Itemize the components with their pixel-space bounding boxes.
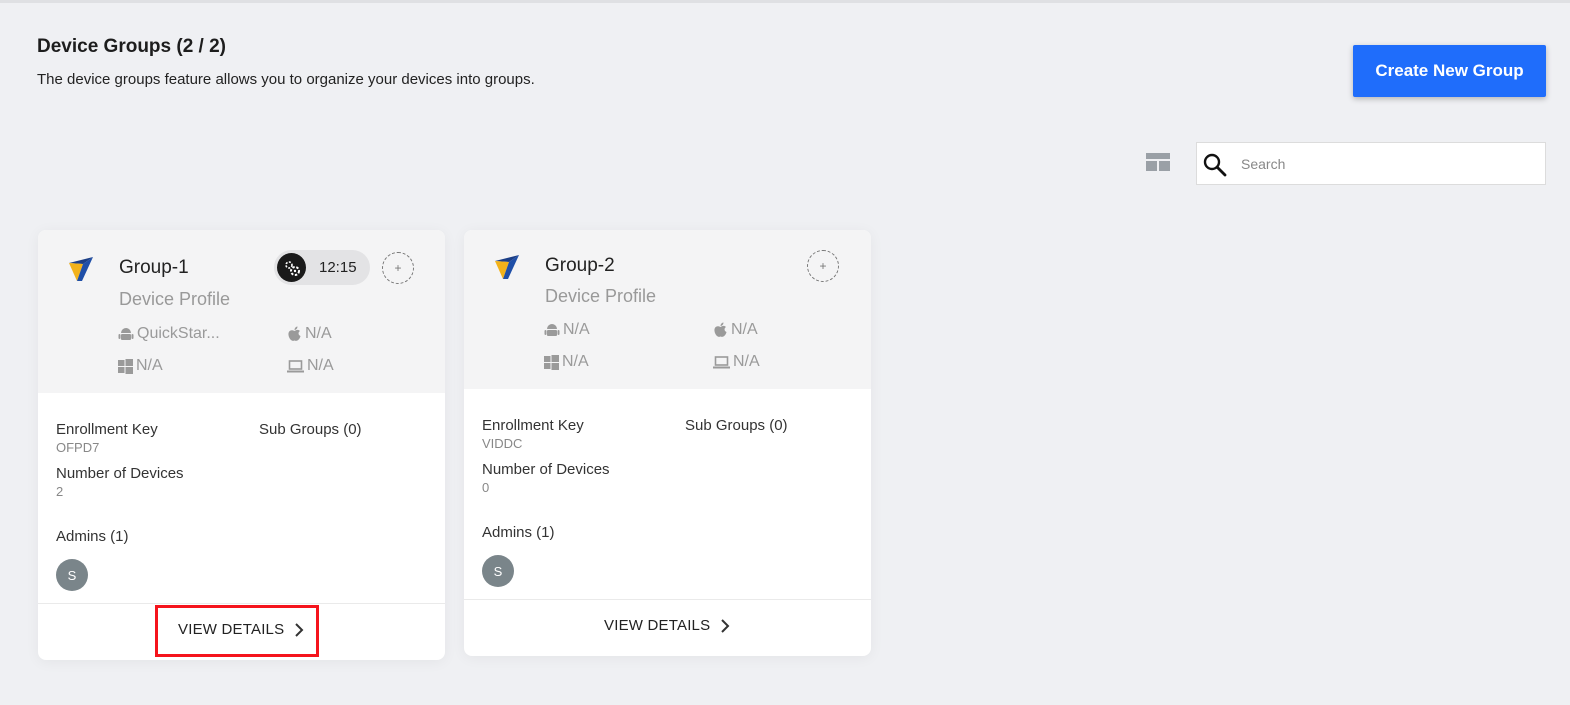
windows-icon: [118, 358, 133, 374]
group-card: Group-1 Device Profile 12:15 + QuickStar…: [38, 230, 445, 660]
laptop-profile-value: N/A: [307, 357, 334, 374]
sub-groups-label[interactable]: Sub Groups (0): [259, 421, 362, 438]
page-title: Device Groups (2 / 2): [37, 36, 227, 57]
enrollment-key-value: OFPD7: [56, 440, 100, 455]
view-details-label: VIEW DETAILS: [604, 617, 711, 634]
group-card-footer: VIEW DETAILS: [464, 599, 871, 656]
number-of-devices-label: Number of Devices: [482, 461, 610, 478]
search-input[interactable]: [1241, 153, 1531, 175]
number-of-devices-value: 0: [482, 480, 490, 495]
android-profile-value: N/A: [563, 321, 590, 338]
group-card-footer: VIEW DETAILS: [38, 603, 445, 660]
laptop-icon: [713, 355, 730, 368]
search-icon: [1202, 152, 1228, 178]
apple-profile-value: N/A: [305, 325, 332, 342]
view-details-label: VIEW DETAILS: [178, 621, 285, 638]
group-card-body: Enrollment Key VIDDC Sub Groups (0) Numb…: [464, 389, 871, 599]
admins-label: Admins (1): [482, 524, 555, 541]
add-button[interactable]: +: [807, 250, 839, 282]
enrollment-key-value: VIDDC: [482, 436, 523, 451]
admins-label: Admins (1): [56, 528, 129, 545]
group-card-body: Enrollment Key OFPD7 Sub Groups (0) Numb…: [38, 393, 445, 603]
android-icon: [118, 328, 134, 340]
avatar[interactable]: S: [56, 559, 88, 591]
android-profile: N/A: [544, 321, 590, 339]
apple-icon: [288, 326, 301, 341]
number-of-devices-label: Number of Devices: [56, 465, 184, 482]
enrollment-key-label: Enrollment Key: [482, 417, 584, 434]
apple-profile: N/A: [287, 325, 332, 343]
windows-profile-value: N/A: [136, 357, 163, 374]
android-icon: [544, 324, 560, 336]
schedule-time: 12:15: [319, 259, 357, 276]
windows-profile: N/A: [118, 357, 163, 375]
schedule-badge[interactable]: 12:15: [274, 250, 370, 285]
add-button[interactable]: +: [382, 252, 414, 284]
device-profile-label: Device Profile: [119, 289, 231, 309]
group-name[interactable]: Group-1: [119, 257, 189, 279]
view-details-button[interactable]: VIEW DETAILS: [178, 621, 304, 638]
group-card-header: Group-1 Device Profile 12:15 + QuickStar…: [38, 230, 445, 393]
view-details-button[interactable]: VIEW DETAILS: [604, 617, 730, 634]
laptop-icon: [287, 359, 304, 372]
top-divider: [0, 0, 1570, 3]
chevron-right-icon: [721, 618, 730, 633]
windows-profile: N/A: [544, 353, 589, 371]
laptop-profile: N/A: [287, 357, 334, 375]
grid-view-icon[interactable]: [1146, 153, 1170, 171]
sub-groups-label[interactable]: Sub Groups (0): [685, 417, 788, 434]
logo-icon: [66, 254, 96, 284]
create-new-group-button[interactable]: Create New Group: [1353, 45, 1546, 97]
page-subtitle: The device groups feature allows you to …: [37, 71, 535, 88]
number-of-devices-value: 2: [56, 484, 64, 499]
group-card: Group-2 Device Profile + N/A N/A N/A N/A…: [464, 230, 871, 656]
laptop-profile: N/A: [713, 353, 760, 371]
enrollment-key-label: Enrollment Key: [56, 421, 158, 438]
group-card-header: Group-2 Device Profile + N/A N/A N/A N/A: [464, 230, 871, 389]
apple-profile-value: N/A: [731, 321, 758, 338]
gear-icon: [277, 253, 306, 282]
windows-profile-value: N/A: [562, 353, 589, 370]
android-profile-value: QuickStar...: [137, 325, 220, 342]
search-box: [1196, 142, 1546, 185]
avatar[interactable]: S: [482, 555, 514, 587]
device-profile-label: Device Profile: [545, 286, 657, 306]
laptop-profile-value: N/A: [733, 353, 760, 370]
group-name[interactable]: Group-2: [545, 255, 615, 277]
logo-icon: [492, 252, 522, 282]
android-profile: QuickStar...: [118, 325, 220, 343]
chevron-right-icon: [295, 622, 304, 637]
apple-icon: [714, 322, 727, 337]
windows-icon: [544, 354, 559, 370]
apple-profile: N/A: [713, 321, 758, 339]
